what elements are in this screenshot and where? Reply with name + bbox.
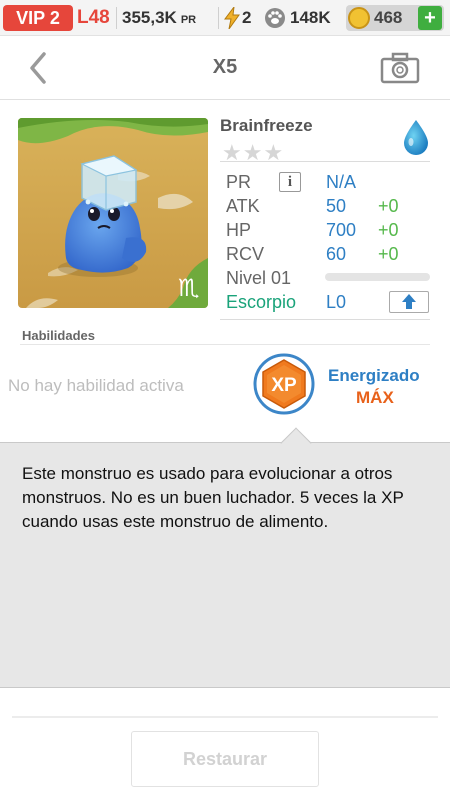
zodiac-glyph: ♏ bbox=[178, 274, 200, 302]
status-bar: VIP 2 L48 355,3K PR 2 148K 468 + bbox=[0, 0, 450, 36]
camera-icon[interactable] bbox=[380, 52, 420, 84]
player-level: L48 bbox=[77, 7, 110, 28]
up-arrow-icon bbox=[402, 294, 416, 309]
zodiac-sign-label: Escorpio bbox=[226, 292, 297, 312]
power-rating: 355,3K PR bbox=[122, 5, 196, 31]
water-drop-icon bbox=[404, 120, 428, 155]
energy-value: 2 bbox=[242, 8, 252, 27]
stat-bonus-hp: +0 bbox=[378, 220, 399, 240]
stat-value-pr: N/A bbox=[326, 172, 357, 192]
paw-counter[interactable]: 148K bbox=[264, 5, 331, 31]
energized-label: Energizado bbox=[328, 366, 420, 385]
paw-value: 148K bbox=[290, 8, 331, 27]
level-label: Nivel 01 bbox=[226, 268, 292, 288]
power-rating-value: 355,3K bbox=[122, 8, 177, 27]
vip-badge[interactable]: VIP 2 bbox=[3, 5, 73, 31]
zodiac-level: L0 bbox=[326, 292, 347, 312]
divider bbox=[220, 161, 430, 162]
skills-heading: Habilidades bbox=[22, 328, 95, 343]
stat-value-rcv: 60 bbox=[326, 244, 347, 264]
paw-icon bbox=[265, 8, 285, 28]
restore-button[interactable]: Restaurar bbox=[131, 731, 319, 787]
coin-value: 468 bbox=[374, 8, 403, 27]
stat-value-atk: 50 bbox=[326, 196, 347, 216]
stat-label-hp: HP bbox=[226, 220, 252, 240]
power-rating-unit: PR bbox=[180, 14, 197, 26]
xp-badge-label: XP bbox=[271, 375, 297, 396]
stat-label-atk: ATK bbox=[226, 196, 260, 216]
stat-bonus-atk: +0 bbox=[378, 196, 399, 216]
monster-description: Este monstruo es usado para evolucionar … bbox=[22, 464, 404, 531]
monster-portrait[interactable]: ♏ bbox=[18, 118, 208, 308]
upgrade-button[interactable] bbox=[389, 291, 429, 313]
nav-header: X5 bbox=[0, 36, 450, 100]
stat-value-hp: 700 bbox=[326, 220, 357, 240]
info-icon[interactable]: i bbox=[279, 172, 301, 192]
xp-progress-bar bbox=[325, 273, 430, 281]
monster-name: Brainfreeze bbox=[220, 116, 313, 135]
rarity-stars: ★★★ bbox=[222, 140, 285, 165]
xp-badge-icon[interactable]: XP bbox=[252, 352, 316, 416]
stat-label-rcv: RCV bbox=[226, 244, 265, 264]
energy-counter[interactable]: 2 bbox=[224, 5, 251, 31]
coin-icon bbox=[348, 7, 370, 29]
divider bbox=[220, 319, 430, 320]
divider bbox=[12, 716, 438, 718]
stat-label-pr: PR bbox=[226, 172, 252, 192]
no-active-skill-text: No hay habilidad activa bbox=[8, 376, 184, 395]
coin-counter[interactable]: 468 + bbox=[346, 5, 444, 31]
add-coins-button[interactable]: + bbox=[418, 6, 442, 30]
status-divider bbox=[218, 7, 219, 29]
energized-value: MÁX bbox=[356, 388, 394, 407]
lightning-icon bbox=[224, 7, 240, 29]
monster-detail-screen: VIP 2 L48 355,3K PR 2 148K 468 + X5 ♏ Br… bbox=[0, 0, 450, 800]
divider bbox=[20, 344, 430, 345]
stat-bonus-rcv: +0 bbox=[378, 244, 399, 264]
status-divider bbox=[116, 7, 117, 29]
